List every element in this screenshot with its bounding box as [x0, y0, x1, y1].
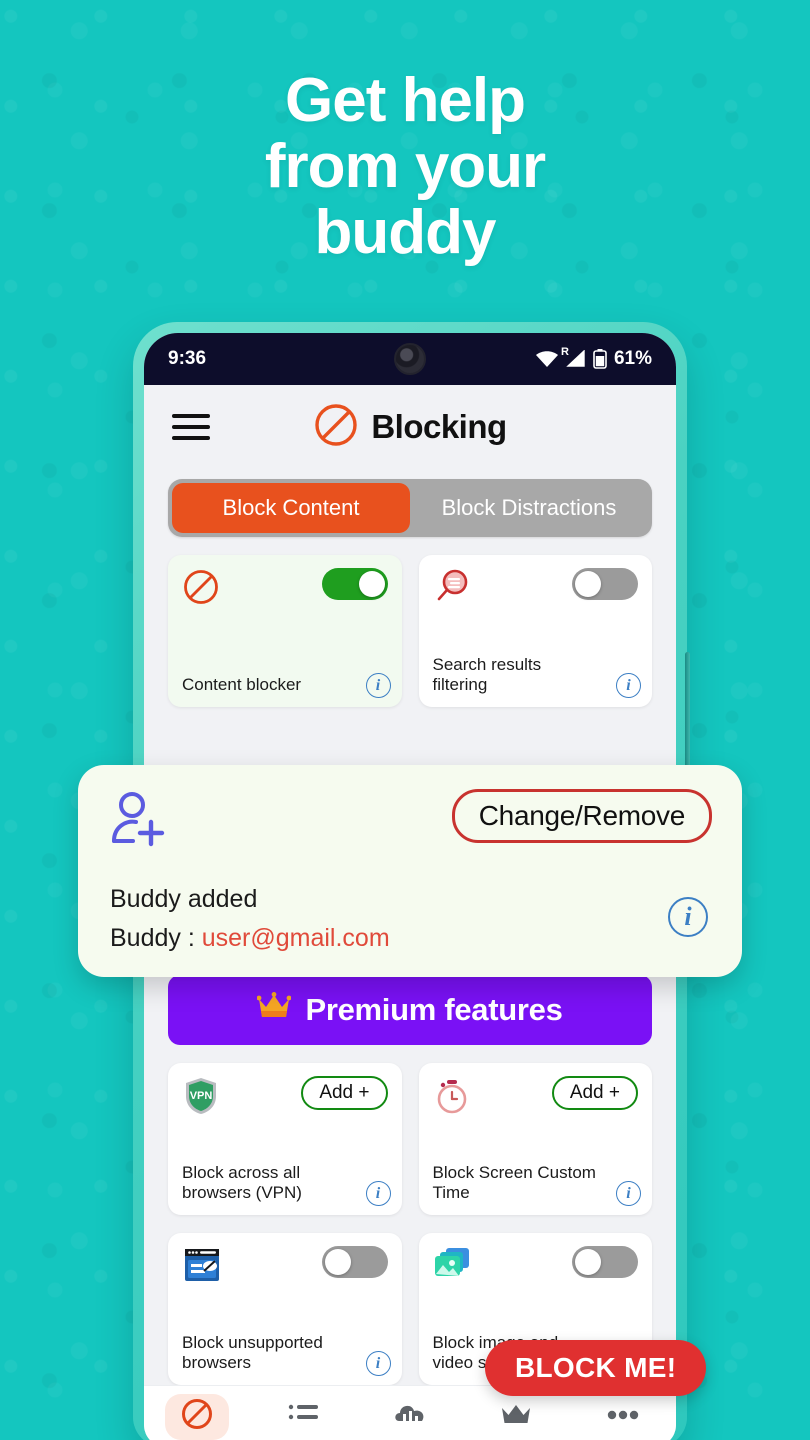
toggle-content-blocker[interactable]: [321, 568, 388, 600]
card-top: Add +: [433, 1076, 638, 1121]
buddy-email-row: Buddy : user@gmail.com: [110, 924, 390, 953]
more-dots-icon: [607, 1408, 639, 1426]
premium-features-banner[interactable]: Premium features: [168, 975, 652, 1045]
card-top: [182, 1246, 388, 1289]
premium-label: Premium features: [305, 992, 563, 1027]
change-remove-button[interactable]: Change/Remove: [451, 789, 712, 843]
image-stack-icon: [433, 1246, 473, 1289]
card-block-unsupported-browsers[interactable]: Block unsupported browsers i: [168, 1233, 402, 1385]
card-top: VPN Add +: [182, 1076, 388, 1121]
buddy-email-value: user@gmail.com: [201, 924, 390, 952]
headline-line-1: Get help: [284, 66, 526, 135]
status-bar-icons: R 61%: [535, 346, 652, 370]
premium-card-row-1: VPN Add + Block across all browsers (VPN…: [144, 1045, 676, 1215]
roaming-signal-icon: R: [561, 346, 586, 368]
nav-item-stats[interactable]: [357, 1386, 463, 1440]
nav-item-list[interactable]: [250, 1386, 356, 1440]
timer-clock-icon: [433, 1076, 471, 1121]
tab-block-distractions[interactable]: Block Distractions: [410, 483, 648, 533]
info-icon[interactable]: i: [365, 673, 391, 698]
info-icon[interactable]: i: [616, 1181, 641, 1206]
buddy-overlay-card: Change/Remove Buddy added Buddy : user@g…: [78, 765, 742, 977]
app-header: Blocking: [144, 385, 676, 469]
block-me-button[interactable]: BLOCK ME!: [485, 1340, 707, 1396]
info-icon[interactable]: i: [365, 1181, 391, 1206]
card-label: Search results filtering: [432, 655, 542, 694]
promo-headline: Get help from your buddy: [0, 68, 810, 266]
toggle-block-unsupported-browsers[interactable]: [321, 1246, 388, 1278]
search-filter-icon: [433, 568, 471, 611]
info-icon[interactable]: i: [616, 673, 641, 698]
buddy-label: Buddy :: [110, 924, 195, 952]
person-add-icon: [108, 789, 170, 856]
vpn-shield-icon: VPN: [182, 1076, 220, 1121]
card-label: Block across all browsers (VPN): [182, 1163, 302, 1202]
headline-line-2: from your: [264, 132, 546, 201]
no-entry-icon: [313, 402, 359, 453]
card-label: Block Screen Custom Time: [432, 1163, 596, 1202]
no-entry-icon: [182, 568, 220, 611]
no-entry-icon: [180, 1397, 214, 1436]
card-top: [433, 1246, 638, 1289]
card-block-across-browsers-vpn[interactable]: VPN Add + Block across all browsers (VPN…: [168, 1063, 402, 1215]
info-icon[interactable]: i: [365, 1351, 391, 1376]
add-button-vpn[interactable]: Add +: [301, 1076, 388, 1110]
card-block-screen-custom-time[interactable]: Add + Block Screen Custom Time i: [418, 1063, 652, 1215]
browser-window-icon: [182, 1246, 222, 1289]
toggle-block-image-video-search[interactable]: [572, 1246, 638, 1278]
svg-text:VPN: VPN: [190, 1090, 213, 1102]
page-title: Blocking: [371, 408, 507, 445]
wifi-icon: [535, 350, 559, 368]
list-icon: [288, 1401, 320, 1432]
card-label: Block unsupported browsers: [182, 1333, 323, 1372]
add-button-custom-time[interactable]: Add +: [551, 1076, 638, 1110]
card-content-blocker[interactable]: Content blocker i: [168, 555, 402, 707]
buddy-status-text: Buddy added: [110, 885, 258, 913]
buddy-info-icon[interactable]: i: [668, 897, 708, 937]
headline-line-3: buddy: [314, 198, 497, 267]
toggle-search-results-filtering[interactable]: [572, 568, 638, 600]
tab-block-content[interactable]: Block Content: [172, 483, 410, 533]
battery-percentage: 61%: [613, 348, 652, 369]
card-top: [182, 568, 388, 611]
segmented-control: Block Content Block Distractions: [168, 479, 652, 537]
phone-side-button[interactable]: [685, 652, 690, 772]
nav-item-blocking[interactable]: [144, 1386, 250, 1440]
card-label: Content blocker: [182, 675, 302, 694]
stats-cloud-icon: [393, 1401, 427, 1432]
buddy-details: Buddy added Buddy : user@gmail.com: [110, 885, 390, 953]
feature-card-row: Content blocker i Search results filteri…: [144, 537, 676, 707]
hamburger-menu-icon[interactable]: [172, 414, 210, 440]
battery-icon: [593, 349, 607, 369]
card-search-results-filtering[interactable]: Search results filtering i: [418, 555, 652, 707]
crown-icon: [500, 1402, 532, 1431]
front-camera-punch-hole: [394, 343, 426, 375]
status-bar: 9:36 R 61%: [144, 333, 676, 385]
card-top: [433, 568, 638, 611]
app-title-group: Blocking: [144, 402, 676, 453]
status-bar-time: 9:36: [168, 348, 207, 369]
crown-icon: [257, 992, 292, 1028]
buddy-card-top: Change/Remove: [108, 789, 712, 856]
